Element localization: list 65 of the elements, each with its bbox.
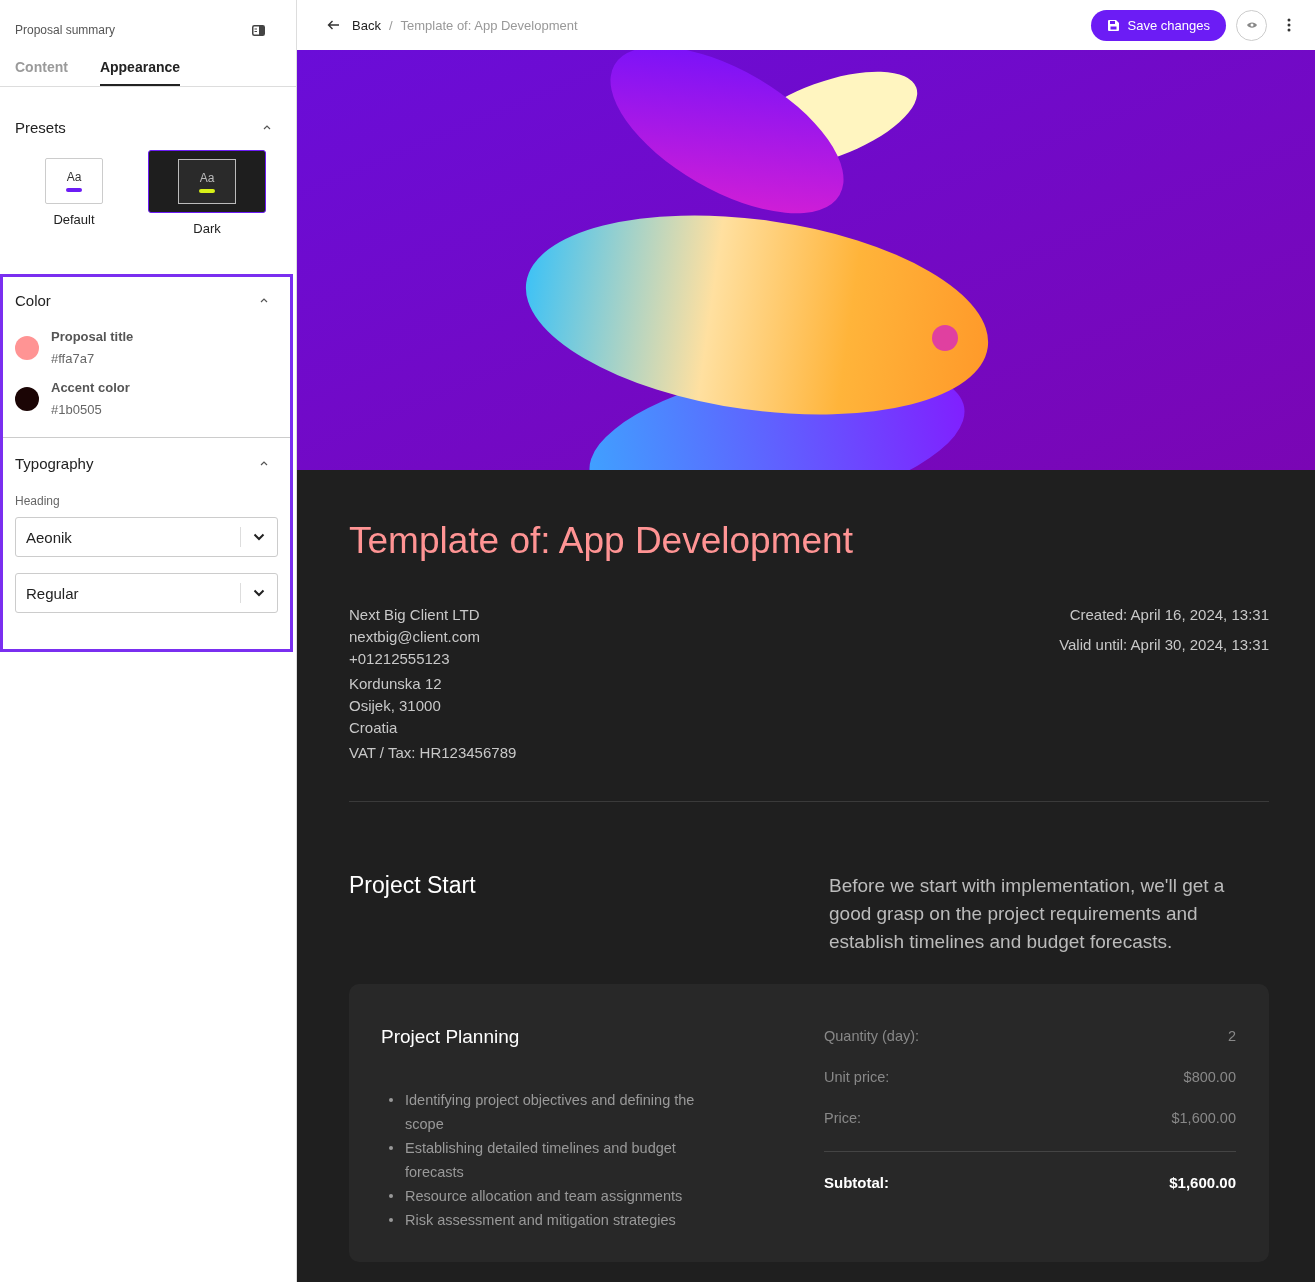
chevron-icon[interactable] [263, 124, 271, 130]
section-heading: Project Start [349, 872, 476, 900]
price-label: Unit price: [824, 1069, 890, 1085]
subtotal-label: Subtotal: [824, 1174, 889, 1191]
chevron-icon[interactable] [260, 460, 268, 466]
color-swatch[interactable] [15, 386, 39, 411]
bullet-text: Risk assessment and mitigation strategies [405, 1211, 676, 1230]
price-label: Price: [824, 1110, 862, 1126]
tab[interactable]: Appearance [99, 51, 181, 86]
accent-bar-icon [199, 188, 215, 193]
client-detail: Next Big Client LTD [349, 606, 481, 623]
bullet-icon [389, 1194, 393, 1198]
font-dropdown[interactable]: Regular [15, 573, 278, 613]
bullet-icon [389, 1098, 393, 1102]
preset-sample: Aa [199, 170, 215, 185]
accent-bar-icon [66, 188, 82, 192]
client-detail: Croatia [349, 719, 399, 736]
breadcrumb-separator: / [388, 17, 393, 33]
client-detail: VAT / Tax: HR123456789 [349, 744, 517, 761]
client-detail: Kordunska 12 [349, 675, 443, 692]
eye-icon [1245, 21, 1258, 29]
bullet-icon [389, 1146, 393, 1150]
save-icon [1106, 18, 1120, 32]
save-button[interactable]: Save changes [1090, 9, 1226, 41]
price-label: Quantity (day): [824, 1028, 920, 1044]
more-options-icon[interactable] [1287, 18, 1291, 32]
price-value: $800.00 [1183, 1069, 1236, 1085]
item-title: Project Planning [381, 1026, 521, 1048]
bullet-icon [389, 1218, 393, 1222]
color-label: Accent color [51, 380, 130, 395]
preset-sample: Aa [66, 170, 82, 184]
chevron-down-icon [253, 533, 265, 541]
section-title: Color [15, 291, 51, 309]
client-detail: Osijek, 31000 [349, 697, 442, 714]
breadcrumb-current: Template of: App Development [400, 17, 578, 33]
section-title: Presets [15, 118, 66, 136]
color-value: #ffa7a7 [51, 351, 96, 366]
color-swatch[interactable] [15, 335, 39, 360]
font-dropdown[interactable]: Aeonik [15, 517, 278, 557]
preset-label: Dark [193, 221, 221, 236]
bullet-text: Establishing detailed timelines and budget forecasts [405, 1139, 677, 1182]
date-text: Valid until: April 30, 2024, 13:31 [1059, 636, 1269, 653]
section-title: Typography [15, 454, 94, 472]
price-value: $1,600.00 [1171, 1110, 1236, 1126]
color-label: Proposal title [51, 329, 134, 344]
bullet-text: Identifying project objectives and defining the scope [405, 1091, 696, 1134]
bullet-text: Resource allocation and team assignments [405, 1187, 683, 1206]
proposal-title: Template of: App Development [349, 520, 854, 562]
chevron-down-icon [253, 589, 265, 597]
color-value: #1b0505 [51, 402, 103, 417]
section-description: Before we start with implementation, we'll get a good grasp on the project requirements and establish timelines and budget forecasts. [829, 874, 1226, 954]
preset-option[interactable]: Aa [45, 158, 103, 204]
sidebar-toggle-icon[interactable] [252, 24, 265, 36]
back-link[interactable]: Back [352, 17, 381, 33]
preset-label: Default [53, 212, 95, 227]
client-detail: nextbig@client.com [349, 628, 482, 645]
subtotal-value: $1,600.00 [1169, 1174, 1236, 1191]
date-text: Created: April 16, 2024, 13:31 [1069, 606, 1269, 623]
panel-title: Proposal summary [15, 23, 116, 37]
price-value: 2 [1227, 1028, 1236, 1044]
client-detail: +01212555123 [349, 650, 451, 667]
chevron-icon[interactable] [260, 297, 268, 303]
preset-option[interactable]: Aa [148, 150, 266, 213]
field-label: Heading [15, 494, 61, 508]
back-arrow-icon[interactable] [327, 20, 340, 30]
